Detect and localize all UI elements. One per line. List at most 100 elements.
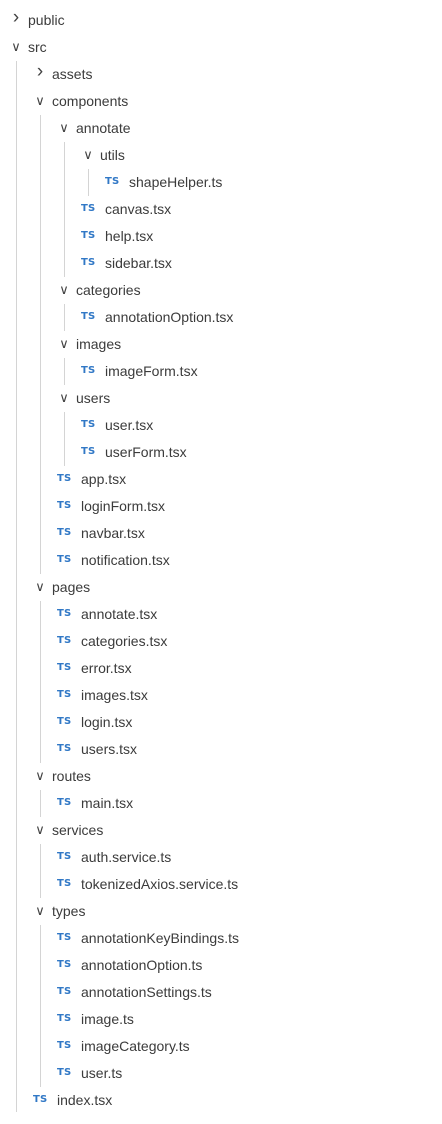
file-label: image.ts [81, 1011, 134, 1027]
file-annotationoption-tsx[interactable]: TS annotationOption.tsx [0, 304, 442, 331]
file-label: user.tsx [105, 417, 154, 433]
file-notification-tsx[interactable]: TS notification.tsx [0, 547, 442, 574]
typescript-file-icon: TS [81, 203, 96, 214]
typescript-file-icon: TS [57, 689, 72, 700]
folder-src[interactable]: ∨ src [0, 34, 442, 61]
folder-label: annotate [76, 120, 131, 136]
folder-assets[interactable]: › assets [0, 61, 442, 88]
chevron-down-icon[interactable]: ∨ [32, 91, 48, 111]
file-annotationkeybindings-ts[interactable]: TS annotationKeyBindings.ts [0, 925, 442, 952]
file-label: images.tsx [81, 687, 148, 703]
folder-annotate[interactable]: ∨ annotate [0, 115, 442, 142]
file-label: annotate.tsx [81, 606, 158, 622]
folder-routes[interactable]: ∨ routes [0, 763, 442, 790]
file-users-tsx[interactable]: TS users.tsx [0, 736, 442, 763]
folder-pages[interactable]: ∨ pages [0, 574, 442, 601]
typescript-file-icon: TS [57, 635, 72, 646]
file-shapehelper-ts[interactable]: TS shapeHelper.ts [0, 169, 442, 196]
typescript-file-icon: TS [57, 527, 72, 538]
file-label: error.tsx [81, 660, 132, 676]
file-label: imageCategory.ts [81, 1038, 190, 1054]
folder-services[interactable]: ∨ services [0, 817, 442, 844]
file-annotate-tsx[interactable]: TS annotate.tsx [0, 601, 442, 628]
folder-components[interactable]: ∨ components [0, 88, 442, 115]
chevron-down-icon[interactable]: ∨ [56, 334, 72, 354]
file-images-tsx[interactable]: TS images.tsx [0, 682, 442, 709]
file-main-tsx[interactable]: TS main.tsx [0, 790, 442, 817]
chevron-down-icon[interactable]: ∨ [56, 118, 72, 138]
typescript-file-icon: TS [33, 1094, 48, 1105]
chevron-down-icon[interactable]: ∨ [32, 766, 48, 786]
file-user-tsx[interactable]: TS user.tsx [0, 412, 442, 439]
typescript-file-icon: TS [57, 1067, 72, 1078]
typescript-file-icon: TS [57, 1013, 72, 1024]
file-login-tsx[interactable]: TS login.tsx [0, 709, 442, 736]
file-annotationsettings-ts[interactable]: TS annotationSettings.ts [0, 979, 442, 1006]
file-userform-tsx[interactable]: TS userForm.tsx [0, 439, 442, 466]
bottom-edge-mask [0, 1112, 442, 1124]
folder-label: types [52, 903, 86, 919]
file-image-ts[interactable]: TS image.ts [0, 1006, 442, 1033]
folder-images[interactable]: ∨ images [0, 331, 442, 358]
chevron-down-icon[interactable]: ∨ [8, 37, 24, 57]
file-navbar-tsx[interactable]: TS navbar.tsx [0, 520, 442, 547]
folder-label: assets [52, 66, 93, 82]
file-tokenizedaxios-service-ts[interactable]: TS tokenizedAxios.service.ts [0, 871, 442, 898]
chevron-right-icon[interactable]: › [32, 62, 48, 82]
file-help-tsx[interactable]: TS help.tsx [0, 223, 442, 250]
file-label: users.tsx [81, 741, 138, 757]
file-index-tsx[interactable]: TS index.tsx [0, 1087, 442, 1114]
typescript-file-icon: TS [81, 446, 96, 457]
typescript-file-icon: TS [57, 716, 72, 727]
file-imageform-tsx[interactable]: TS imageForm.tsx [0, 358, 442, 385]
chevron-down-icon[interactable]: ∨ [32, 577, 48, 597]
typescript-file-icon: TS [57, 959, 72, 970]
chevron-down-icon[interactable]: ∨ [56, 280, 72, 300]
file-app-tsx[interactable]: TS app.tsx [0, 466, 442, 493]
folder-label: services [52, 822, 104, 838]
folder-label: src [28, 39, 47, 55]
file-label: main.tsx [81, 795, 134, 811]
typescript-file-icon: TS [81, 419, 96, 430]
typescript-file-icon: TS [57, 500, 72, 511]
typescript-file-icon: TS [57, 473, 72, 484]
typescript-file-icon: TS [57, 851, 72, 862]
chevron-down-icon[interactable]: ∨ [32, 820, 48, 840]
file-explorer-tree: › public ∨ src › assets ∨ components ∨ annotate ∨ u… [0, 0, 442, 1124]
folder-categories[interactable]: ∨ categories [0, 277, 442, 304]
folder-label: users [76, 390, 111, 406]
file-label: annotationOption.ts [81, 957, 203, 973]
file-loginform-tsx[interactable]: TS loginForm.tsx [0, 493, 442, 520]
file-user-ts[interactable]: TS user.ts [0, 1060, 442, 1087]
file-label: tokenizedAxios.service.ts [81, 876, 239, 892]
typescript-file-icon: TS [81, 230, 96, 241]
chevron-right-icon[interactable]: › [8, 8, 24, 28]
typescript-file-icon: TS [57, 608, 72, 619]
folder-label: components [52, 93, 129, 109]
typescript-file-icon: TS [81, 311, 96, 322]
chevron-down-icon[interactable]: ∨ [80, 145, 96, 165]
file-sidebar-tsx[interactable]: TS sidebar.tsx [0, 250, 442, 277]
file-error-tsx[interactable]: TS error.tsx [0, 655, 442, 682]
typescript-file-icon: TS [105, 176, 120, 187]
folder-types[interactable]: ∨ types [0, 898, 442, 925]
file-canvas-tsx[interactable]: TS canvas.tsx [0, 196, 442, 223]
folder-label: routes [52, 768, 91, 784]
file-label: sidebar.tsx [105, 255, 172, 271]
typescript-file-icon: TS [81, 257, 96, 268]
folder-users[interactable]: ∨ users [0, 385, 442, 412]
chevron-down-icon[interactable]: ∨ [32, 901, 48, 921]
file-annotationoption-ts[interactable]: TS annotationOption.ts [0, 952, 442, 979]
chevron-down-icon[interactable]: ∨ [56, 388, 72, 408]
typescript-file-icon: TS [57, 743, 72, 754]
file-label: annotationSettings.ts [81, 984, 212, 1000]
typescript-file-icon: TS [57, 878, 72, 889]
file-imagecategory-ts[interactable]: TS imageCategory.ts [0, 1033, 442, 1060]
folder-label: categories [76, 282, 141, 298]
file-label: login.tsx [81, 714, 133, 730]
folder-public[interactable]: › public [0, 7, 442, 34]
file-categories-tsx[interactable]: TS categories.tsx [0, 628, 442, 655]
folder-utils[interactable]: ∨ utils [0, 142, 442, 169]
file-label: imageForm.tsx [105, 363, 198, 379]
file-auth-service-ts[interactable]: TS auth.service.ts [0, 844, 442, 871]
